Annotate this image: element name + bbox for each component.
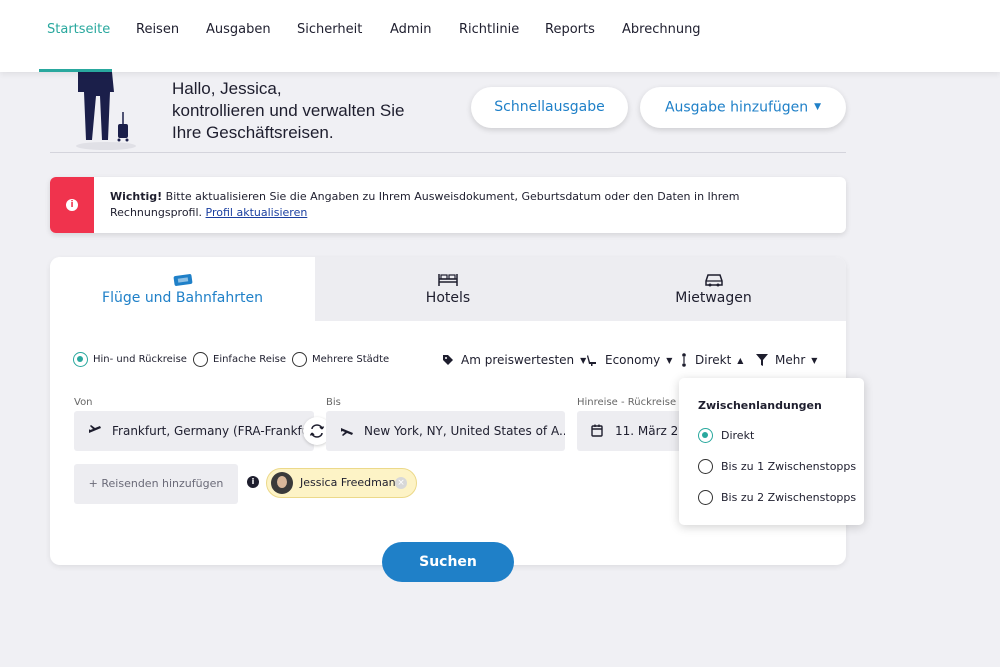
sort-label: Am preiswertesten — [461, 353, 574, 367]
stops-option-label: Bis zu 1 Zwischenstopps — [721, 460, 856, 473]
to-input[interactable]: New York, NY, United States of A... — [326, 411, 565, 451]
from-input[interactable]: Frankfurt, Germany (FRA-Frankfu... — [74, 411, 314, 451]
radio-indicator-selected — [73, 352, 88, 367]
remove-traveler-icon[interactable]: × — [395, 477, 407, 489]
radio-round-trip[interactable]: Hin- und Rückreise — [73, 352, 187, 367]
tab-hotels[interactable]: Hotels — [315, 257, 581, 321]
stops-option-2[interactable]: Bis zu 2 Zwischenstopps — [698, 490, 856, 505]
from-label: Von — [74, 397, 93, 408]
cabin-dropdown[interactable]: Economy ▼ — [586, 353, 672, 367]
traveler-name: Jessica Freedman — [300, 469, 396, 497]
radio-round-trip-label: Hin- und Rückreise — [93, 354, 187, 365]
calendar-icon — [591, 424, 603, 437]
info-icon[interactable]: i — [247, 476, 259, 488]
greeting-line-3: Ihre Geschäftsreisen. — [172, 122, 404, 144]
caret-up-icon: ▲ — [737, 356, 743, 365]
filter-icon — [756, 354, 768, 366]
plane-takeoff-icon — [88, 424, 102, 438]
greeting-line-1: Hallo, Jessica, — [172, 78, 404, 100]
radio-multi-city-label: Mehrere Städte — [312, 354, 389, 365]
alert-strip: i — [50, 177, 94, 233]
nav-item-reisen[interactable]: Reisen — [136, 0, 179, 72]
seat-icon — [586, 354, 598, 366]
greeting-text: Hallo, Jessica, kontrollieren und verwal… — [172, 78, 404, 144]
alert-banner: i Wichtig! Bitte aktualisieren Sie die A… — [50, 177, 846, 233]
cabin-label: Economy — [605, 353, 660, 367]
info-icon: i — [66, 199, 78, 211]
caret-down-icon: ▼ — [811, 356, 817, 365]
tab-cars[interactable]: Mietwagen — [581, 257, 846, 321]
greeting-line-2: kontrollieren und verwalten Sie — [172, 100, 404, 122]
active-tab-indicator — [39, 69, 112, 72]
add-traveler-label: + Reisenden hinzufügen — [89, 477, 224, 490]
tab-hotels-label: Hotels — [315, 290, 581, 306]
car-icon — [703, 272, 725, 288]
radio-indicator-selected — [698, 428, 713, 443]
stops-dropdown-title: Zwischenlandungen — [698, 399, 822, 412]
stops-dropdown[interactable]: Direkt ▲ — [680, 353, 743, 367]
search-button-label: Suchen — [419, 554, 477, 570]
add-expense-button[interactable]: Ausgabe hinzufügen ▼ — [640, 87, 846, 128]
radio-one-way-label: Einfache Reise — [213, 354, 286, 365]
nav-item-admin[interactable]: Admin — [390, 0, 431, 72]
ticket-icon — [172, 272, 194, 288]
radio-multi-city[interactable]: Mehrere Städte — [292, 352, 389, 367]
update-profile-link[interactable]: Profil aktualisieren — [206, 206, 308, 219]
swap-icon — [309, 424, 325, 438]
to-value: New York, NY, United States of A... — [364, 411, 565, 451]
caret-down-icon: ▼ — [814, 102, 821, 112]
search-button[interactable]: Suchen — [382, 542, 514, 582]
traveler-illustration — [70, 72, 150, 152]
from-value: Frankfurt, Germany (FRA-Frankfu... — [112, 411, 314, 451]
quick-expense-label: Schnellausgabe — [494, 99, 604, 115]
alert-bold: Wichtig! — [110, 190, 162, 203]
stops-dropdown-menu: Zwischenlandungen Direkt Bis zu 1 Zwisch… — [679, 378, 864, 525]
alert-text: Bitte aktualisieren Sie die Angaben zu I… — [110, 190, 740, 219]
tag-icon — [442, 354, 454, 366]
traveler-chip: Jessica Freedman × — [266, 468, 417, 498]
nav-item-ausgaben[interactable]: Ausgaben — [206, 0, 271, 72]
stops-option-1[interactable]: Bis zu 1 Zwischenstopps — [698, 459, 856, 474]
tab-flights-label: Flüge und Bahnfahrten — [50, 290, 315, 306]
nav-item-abrechnung[interactable]: Abrechnung — [622, 0, 701, 72]
more-label: Mehr — [775, 353, 805, 367]
top-navigation: Startseite Reisen Ausgaben Sicherheit Ad… — [0, 0, 1000, 72]
plane-landing-icon — [340, 424, 354, 438]
radio-indicator — [292, 352, 307, 367]
to-label: Bis — [326, 397, 341, 408]
nav-item-reports[interactable]: Reports — [545, 0, 595, 72]
stops-option-label: Direkt — [721, 429, 754, 442]
avatar — [271, 472, 293, 494]
caret-down-icon: ▼ — [666, 356, 672, 365]
add-expense-label: Ausgabe hinzufügen — [665, 100, 808, 116]
tab-flights[interactable]: Flüge und Bahnfahrten — [50, 257, 315, 321]
bed-icon — [437, 272, 459, 288]
nav-item-startseite[interactable]: Startseite — [47, 0, 110, 72]
nav-item-richtlinie[interactable]: Richtlinie — [459, 0, 519, 72]
nav-item-sicherheit[interactable]: Sicherheit — [297, 0, 362, 72]
add-traveler-button[interactable]: + Reisenden hinzufügen — [74, 464, 238, 504]
more-dropdown[interactable]: Mehr ▼ — [756, 353, 817, 367]
quick-expense-button[interactable]: Schnellausgabe — [471, 87, 628, 128]
tab-cars-label: Mietwagen — [581, 290, 846, 306]
alert-message: Wichtig! Bitte aktualisieren Sie die Ang… — [110, 189, 830, 221]
dates-label: Hinreise - Rückreise — [577, 397, 676, 408]
stops-option-direct[interactable]: Direkt — [698, 428, 754, 443]
stops-option-label: Bis zu 2 Zwischenstopps — [721, 491, 856, 504]
header-divider — [50, 152, 846, 153]
stops-label: Direkt — [695, 353, 731, 367]
sort-dropdown[interactable]: Am preiswertesten▼ — [442, 353, 586, 367]
radio-one-way[interactable]: Einfache Reise — [193, 352, 286, 367]
stops-icon — [680, 353, 688, 367]
radio-indicator — [698, 490, 713, 505]
radio-indicator — [698, 459, 713, 474]
radio-indicator — [193, 352, 208, 367]
